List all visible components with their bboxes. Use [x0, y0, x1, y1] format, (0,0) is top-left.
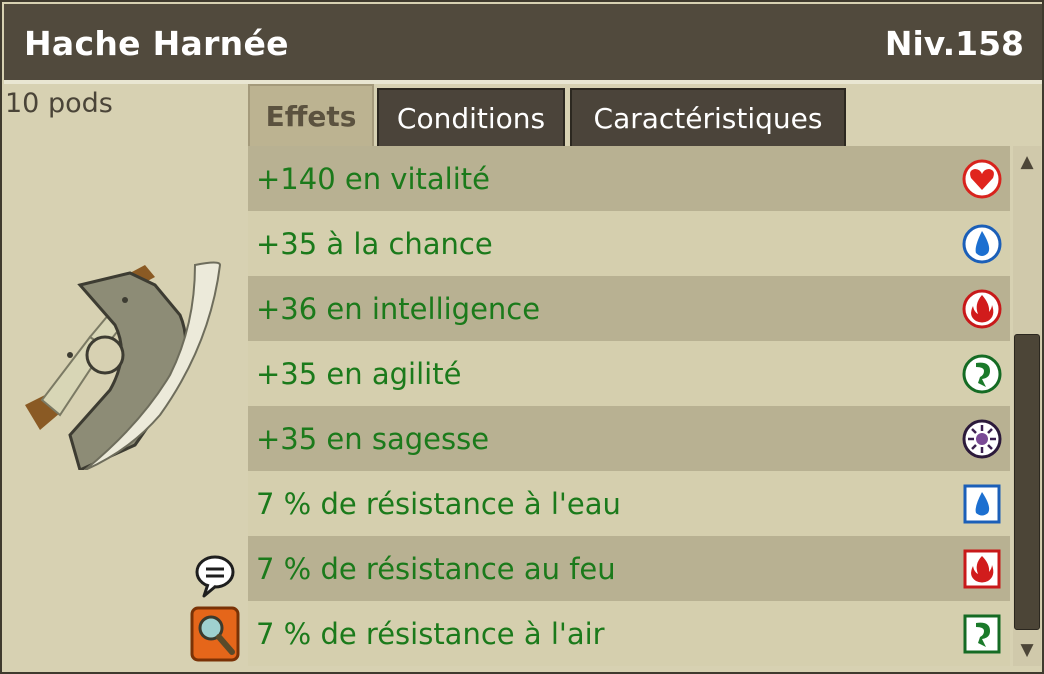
- effect-text: 7 % de résistance à l'eau: [256, 486, 621, 521]
- wisdom-icon: [962, 419, 1002, 459]
- effect-row: +35 en agilité: [248, 341, 1010, 406]
- tab-caracteristiques[interactable]: Caractéristiques: [570, 88, 846, 146]
- effect-text: +36 en intelligence: [256, 291, 541, 326]
- water-drop-icon: [962, 224, 1002, 264]
- effect-text: 7 % de résistance au feu: [256, 551, 616, 586]
- item-weight: 10 pods: [5, 88, 113, 119]
- air-resistance-icon: [963, 614, 1001, 654]
- tab-conditions[interactable]: Conditions: [377, 88, 565, 146]
- item-level: Niv.158: [884, 24, 1024, 63]
- effect-row: 7 % de résistance au feu: [248, 536, 1010, 601]
- title-bar: Hache Harnée Niv.158: [4, 4, 1042, 84]
- effect-row: +35 en sagesse: [248, 406, 1010, 471]
- effect-row: 7 % de résistance à l'air: [248, 601, 1010, 666]
- scrollbar-thumb[interactable]: [1014, 334, 1040, 630]
- tab-bar: Effets Conditions Caractéristiques: [248, 84, 1044, 146]
- fire-resistance-icon: [963, 549, 1001, 589]
- magnifier-icon[interactable]: [190, 606, 240, 662]
- effect-row: +35 à la chance: [248, 211, 1010, 276]
- tab-effets[interactable]: Effets: [248, 84, 374, 146]
- effect-text: +35 à la chance: [256, 226, 493, 261]
- chat-bubble-icon[interactable]: [194, 554, 236, 598]
- vitality-heart-icon: [962, 159, 1002, 199]
- effect-text: +140 en vitalité: [256, 161, 490, 196]
- scroll-down-arrow-icon[interactable]: ▼: [1016, 640, 1038, 660]
- effect-text: 7 % de résistance à l'air: [256, 616, 605, 651]
- scroll-up-arrow-icon[interactable]: ▲: [1016, 152, 1038, 172]
- effects-list: +140 en vitalité +35 à la chance +36 en …: [248, 146, 1010, 674]
- effect-row: +36 en intelligence: [248, 276, 1010, 341]
- fire-icon: [962, 289, 1002, 329]
- axe-image: [25, 261, 222, 470]
- air-icon: [962, 354, 1002, 394]
- effect-text: +35 en agilité: [256, 356, 462, 391]
- item-name: Hache Harnée: [24, 24, 289, 63]
- effect-text: +35 en sagesse: [256, 421, 490, 456]
- effect-row: 7 % de résistance à l'eau: [248, 471, 1010, 536]
- effect-row: +140 en vitalité: [248, 146, 1010, 211]
- water-resistance-icon: [963, 484, 1001, 524]
